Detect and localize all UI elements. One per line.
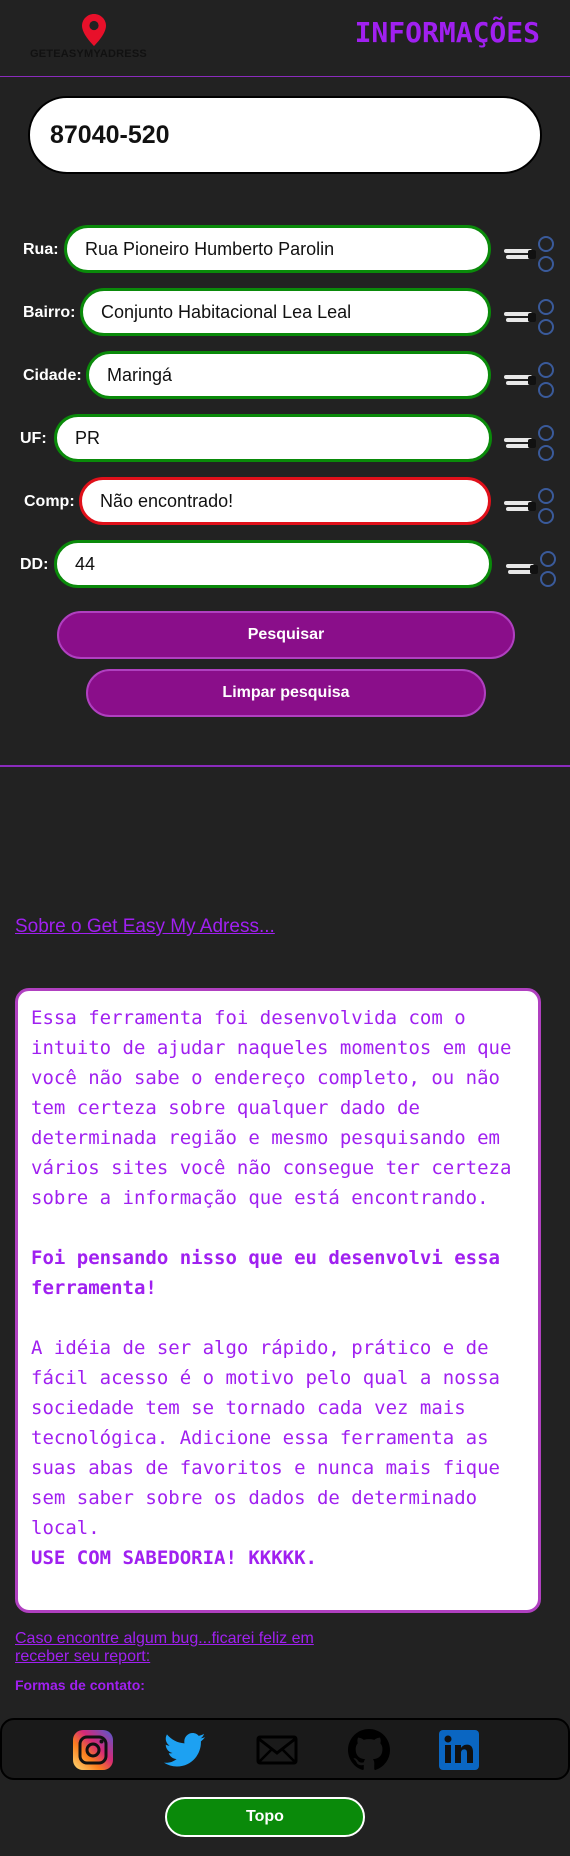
scissors-icon[interactable] xyxy=(502,488,558,524)
contact-label: Formas de contato: xyxy=(15,1677,145,1693)
scissors-icon[interactable] xyxy=(502,425,558,461)
field-dd[interactable]: 44 xyxy=(54,540,492,588)
about-paragraph: Essa ferramenta foi desenvolvida com o i… xyxy=(31,1007,512,1209)
field-uf[interactable]: PR xyxy=(54,414,492,462)
instagram-icon[interactable] xyxy=(72,1729,114,1771)
about-closing: USE COM SABEDORIA! KKKKK. xyxy=(31,1547,317,1569)
field-comp[interactable]: Não encontrado! xyxy=(79,477,491,525)
social-bar xyxy=(0,1718,570,1780)
scissors-icon[interactable] xyxy=(502,299,558,335)
field-label-bairro: Bairro: xyxy=(23,304,76,321)
logo[interactable]: GETEASYMYADRESS xyxy=(30,14,160,64)
about-link[interactable]: Sobre o Get Easy My Adress... xyxy=(15,916,275,938)
github-icon[interactable] xyxy=(348,1729,390,1771)
twitter-icon[interactable] xyxy=(164,1729,206,1771)
field-label-comp: Comp: xyxy=(24,493,75,510)
location-pin-icon xyxy=(82,14,106,46)
field-rua[interactable]: Rua Pioneiro Humberto Parolin xyxy=(64,225,491,273)
cep-input[interactable]: 87040-520 xyxy=(28,96,542,174)
back-to-top-button[interactable]: Topo xyxy=(165,1797,365,1837)
header: GETEASYMYADRESS INFORMAÇÕES xyxy=(0,0,570,77)
field-cidade[interactable]: Maringá xyxy=(86,351,491,399)
mail-icon[interactable] xyxy=(256,1729,298,1771)
scissors-icon[interactable] xyxy=(502,236,558,272)
page-title: INFORMAÇÕES xyxy=(354,16,540,49)
field-bairro[interactable]: Conjunto Habitacional Lea Leal xyxy=(80,288,491,336)
field-label-cidade: Cidade: xyxy=(23,367,82,384)
scissors-icon[interactable] xyxy=(504,551,560,587)
field-label-uf: UF: xyxy=(20,430,47,447)
field-label-dd: DD: xyxy=(20,556,49,573)
about-paragraph: A idéia de ser algo rápido, prático e de… xyxy=(31,1337,500,1539)
bug-report-link[interactable]: Caso encontre algum bug...ficarei feliz … xyxy=(15,1630,345,1666)
scissors-icon[interactable] xyxy=(502,362,558,398)
about-highlight: Foi pensando nisso que eu desenvolvi ess… xyxy=(31,1247,500,1299)
logo-text: GETEASYMYADRESS xyxy=(30,48,147,60)
linkedin-icon[interactable] xyxy=(438,1729,480,1771)
field-label-rua: Rua: xyxy=(23,241,59,258)
search-button[interactable]: Pesquisar xyxy=(57,611,515,659)
clear-search-button[interactable]: Limpar pesquisa xyxy=(86,669,486,717)
about-text-box: Essa ferramenta foi desenvolvida com o i… xyxy=(15,988,541,1613)
divider xyxy=(0,765,570,767)
